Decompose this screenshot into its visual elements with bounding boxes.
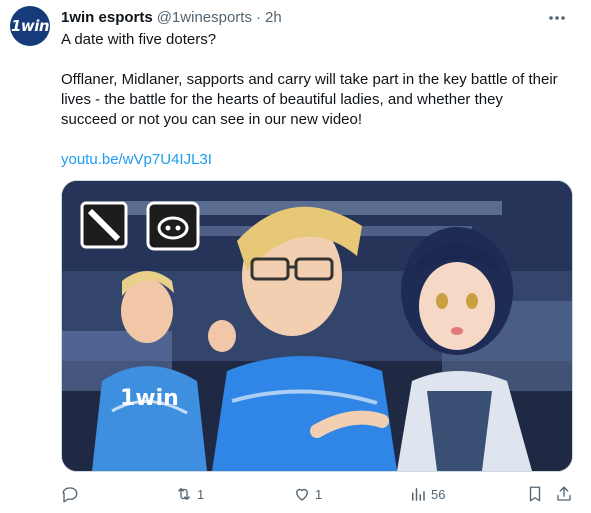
tweet-headline: A date with five doters? [61,31,217,48]
timestamp[interactable]: 2h [265,9,282,26]
jersey-text: 1win [120,386,179,411]
tweet-actions: 1 1 56 [61,483,576,505]
media-image[interactable]: 1win [61,180,573,472]
avatar-logo-text: 1win [10,17,50,35]
bookmark-icon [529,486,541,502]
heart-icon [296,488,308,501]
handle[interactable]: @1winesports [157,9,252,26]
display-name[interactable]: 1win esports [61,9,153,26]
tweet-link[interactable]: youtu.be/wVp7U4IJL3I [61,151,212,168]
tweet-header: 1win esports @1winesports · 2h [61,6,282,28]
views-button[interactable]: 56 [409,483,445,505]
team-logo-icon [146,201,200,251]
retweet-icon [178,488,190,500]
dota-logo-icon [80,201,128,249]
views-chart-icon [412,488,425,501]
views-count: 56 [431,486,446,502]
retweet-count: 1 [197,486,205,502]
more-options-icon[interactable] [545,8,569,28]
share-button[interactable] [555,483,573,505]
separator-dot: · [255,8,261,26]
share-icon [557,486,571,501]
like-count: 1 [315,486,323,502]
reply-button[interactable] [61,483,83,505]
tweet-text: A date with five doters? Offlaner, Midla… [61,30,561,170]
tweet-body: Offlaner, Midlaner, sapports and carry w… [61,71,558,128]
retweet-button[interactable]: 1 [175,483,204,505]
reply-icon [62,487,78,503]
like-button[interactable]: 1 [293,483,322,505]
bookmark-button[interactable] [526,483,544,505]
tweet[interactable]: 1win 1win esports @1winesports · 2h A da… [0,0,591,513]
avatar[interactable]: 1win [10,6,50,46]
anime-illustration: 1win [62,181,572,471]
